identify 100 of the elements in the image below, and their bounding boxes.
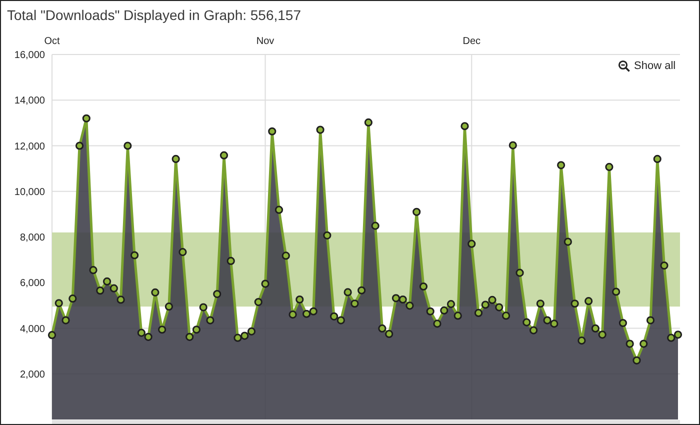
- data-point: [446, 300, 456, 308]
- data-point: [536, 300, 544, 308]
- data-point: [96, 286, 104, 295]
- data-point: [124, 142, 132, 150]
- data-point: [274, 206, 284, 214]
- data-point: [82, 114, 90, 122]
- data-point: [364, 118, 372, 127]
- month-label: Nov: [256, 36, 274, 47]
- data-point: [564, 238, 572, 246]
- data-point: [530, 326, 538, 334]
- data-point: [62, 316, 70, 324]
- data-point: [612, 288, 620, 296]
- data-point: [178, 248, 187, 256]
- data-point: [385, 330, 394, 338]
- data-point: [302, 310, 311, 318]
- data-point: [454, 312, 462, 320]
- data-point: [605, 162, 614, 172]
- data-point: [412, 208, 421, 216]
- data-point: [426, 307, 434, 316]
- zoom-out-icon: [618, 60, 630, 72]
- data-point: [199, 303, 208, 312]
- data-point: [667, 334, 676, 342]
- data-point: [591, 324, 600, 333]
- data-point: [309, 307, 318, 316]
- y-tick-label: 12,000: [14, 141, 45, 152]
- month-label: Oct: [44, 36, 60, 47]
- data-point: [508, 141, 517, 150]
- y-tick-label: 10,000: [14, 186, 45, 198]
- data-point: [323, 231, 332, 240]
- data-point: [144, 332, 152, 341]
- data-point: [151, 288, 160, 296]
- data-point: [234, 334, 242, 342]
- data-point: [247, 327, 256, 336]
- y-tick-label: 4,000: [20, 324, 45, 335]
- data-point: [268, 127, 276, 136]
- data-point: [495, 303, 504, 312]
- data-point: [164, 302, 173, 311]
- data-point: [288, 310, 297, 319]
- data-point: [660, 261, 668, 270]
- data-point: [130, 251, 139, 260]
- data-point: [474, 308, 483, 318]
- data-point: [626, 340, 634, 348]
- data-point: [172, 154, 180, 164]
- data-point: [598, 330, 606, 339]
- data-point: [330, 312, 338, 320]
- data-point: [350, 300, 359, 308]
- data-point: [137, 328, 146, 337]
- data-point: [296, 295, 304, 304]
- data-point: [502, 312, 510, 320]
- data-point: [618, 318, 628, 328]
- data-point: [240, 332, 249, 340]
- data-point: [419, 282, 428, 291]
- y-tick-label: 2,000: [20, 369, 45, 380]
- data-point: [543, 316, 552, 324]
- data-point: [344, 288, 352, 296]
- y-tick-label: 16,000: [14, 50, 45, 61]
- data-point: [75, 142, 84, 150]
- data-point: [254, 298, 262, 306]
- data-point: [282, 252, 290, 260]
- data-point: [226, 256, 235, 265]
- data-point: [378, 324, 386, 333]
- data-point: [371, 222, 380, 230]
- data-point: [54, 299, 63, 308]
- y-tick-label: 14,000: [14, 96, 45, 107]
- data-point: [206, 316, 214, 324]
- data-point: [440, 306, 448, 314]
- data-point: [522, 318, 531, 326]
- data-point: [220, 151, 228, 160]
- data-point: [640, 340, 648, 348]
- data-point: [68, 294, 77, 303]
- y-tick-label: 8,000: [20, 232, 45, 244]
- data-point: [646, 316, 655, 324]
- data-point: [116, 296, 125, 304]
- data-point: [481, 300, 490, 309]
- data-point: [316, 126, 324, 134]
- data-point: [460, 122, 469, 130]
- data-point: [570, 300, 579, 308]
- data-point: [578, 336, 586, 345]
- data-point: [261, 280, 270, 288]
- data-point: [516, 268, 524, 277]
- scrollbar-track[interactable]: [52, 420, 680, 424]
- data-point: [392, 294, 400, 302]
- data-point: [488, 296, 496, 304]
- data-point: [213, 290, 222, 298]
- data-point: [89, 266, 98, 274]
- data-point: [632, 356, 641, 364]
- data-point: [186, 332, 194, 341]
- show-all-button[interactable]: Show all: [616, 59, 678, 73]
- data-point: [358, 286, 366, 294]
- data-point: [336, 316, 345, 324]
- data-point: [433, 320, 442, 328]
- data-point: [110, 284, 118, 292]
- data-point: [468, 240, 476, 248]
- data-point: [102, 277, 112, 286]
- month-label: Dec: [462, 36, 481, 47]
- data-point: [192, 326, 200, 334]
- data-point: [557, 161, 566, 170]
- data-point: [48, 331, 56, 340]
- chart-title: Total "Downloads" Displayed in Graph: 556,157: [6, 6, 302, 25]
- data-point: [584, 297, 593, 306]
